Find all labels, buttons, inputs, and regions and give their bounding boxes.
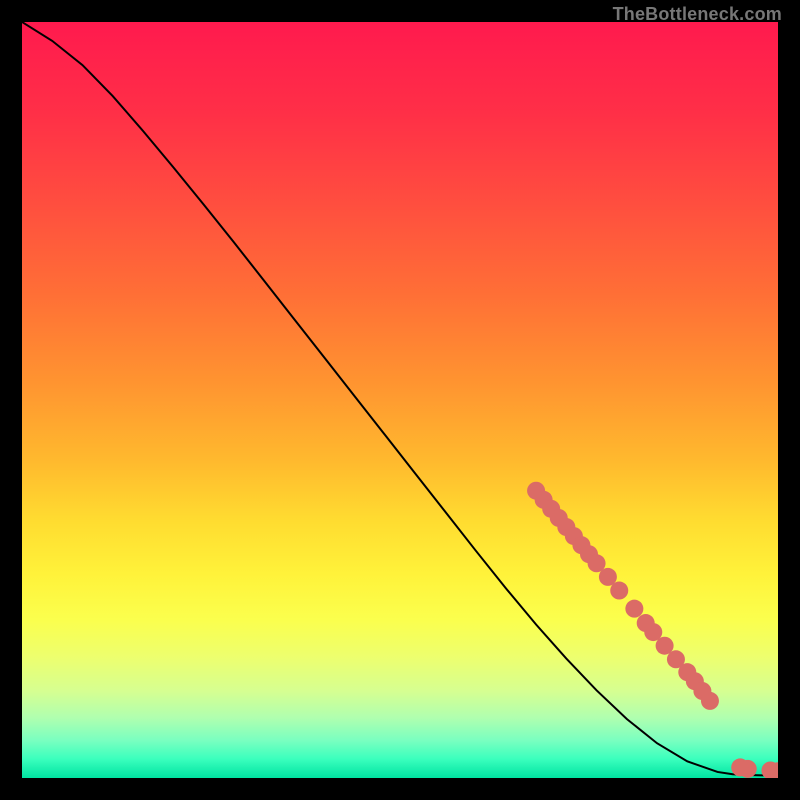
marker-point bbox=[610, 582, 628, 600]
marker-point bbox=[625, 600, 643, 618]
chart-stage: TheBottleneck.com bbox=[0, 0, 800, 800]
marker-point bbox=[739, 760, 757, 778]
chart-plot-area bbox=[22, 22, 778, 778]
gradient-background bbox=[22, 22, 778, 778]
chart-svg bbox=[22, 22, 778, 778]
watermark-text: TheBottleneck.com bbox=[613, 4, 782, 25]
marker-point bbox=[701, 692, 719, 710]
